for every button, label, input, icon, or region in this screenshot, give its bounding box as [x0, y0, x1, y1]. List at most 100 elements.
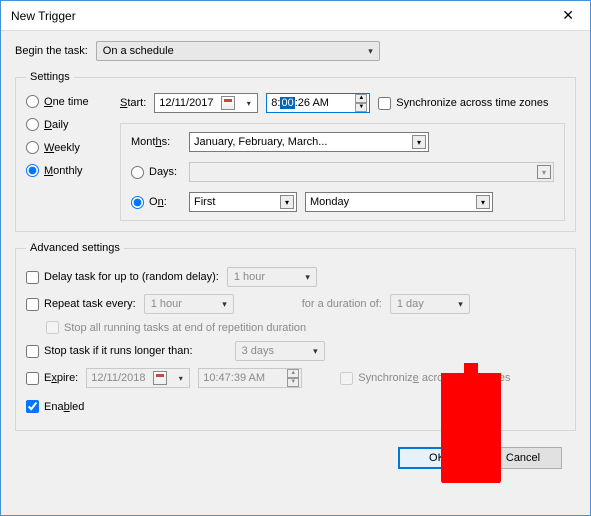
expire-date-picker[interactable]: 12/11/2018 ▾: [86, 368, 190, 388]
duration-combo[interactable]: 1 day ▾: [390, 294, 470, 314]
chevron-down-icon: ▾: [476, 195, 490, 209]
months-picker[interactable]: January, February, March... ▾: [189, 132, 429, 152]
delay-row: Delay task for up to (random delay): 1 h…: [26, 267, 565, 287]
on-label: On:: [149, 196, 167, 208]
chevron-down-icon: ▾: [537, 165, 551, 179]
on-occurrence-value: First: [194, 196, 215, 208]
stop-longer-value: 3 days: [242, 345, 274, 357]
repeat-combo[interactable]: 1 hour ▾: [144, 294, 234, 314]
begin-task-value: On a schedule: [103, 45, 174, 57]
start-date-picker[interactable]: 12/11/2017 ▾: [154, 93, 258, 113]
enabled-check[interactable]: Enabled: [26, 400, 84, 413]
chevron-down-icon: ▾: [313, 346, 318, 357]
duration-label: for a duration of:: [302, 298, 382, 310]
chevron-down-icon: ▾: [305, 272, 310, 283]
begin-task-row: Begin the task: On a schedule ▾: [15, 41, 576, 61]
settings-legend: Settings: [26, 71, 74, 83]
start-time-value: 8:00:26 AM: [271, 97, 353, 109]
time-spinner[interactable]: ▲▼: [355, 94, 367, 112]
on-radio[interactable]: [131, 196, 144, 209]
days-label: Days:: [149, 166, 177, 178]
chevron-down-icon: ▾: [222, 299, 227, 310]
freq-weekly[interactable]: Weekly: [26, 141, 106, 154]
enabled-label: Enabled: [44, 401, 84, 413]
expire-check[interactable]: Expire:: [26, 372, 78, 385]
months-label: Months:: [131, 136, 181, 148]
chevron-down-icon: ▾: [280, 195, 294, 209]
enabled-checkbox[interactable]: [26, 400, 39, 413]
titlebar: New Trigger ✕: [1, 1, 590, 31]
expire-time-value: 10:47:39 AM: [203, 372, 285, 384]
frequency-column: One time Daily Weekly Monthly: [26, 93, 106, 221]
chevron-down-icon: ▾: [458, 299, 463, 310]
expire-date-value: 12/11/2018: [91, 372, 145, 384]
expire-row: Expire: 12/11/2018 ▾ 10:47:39 AM ▲▼ Sync…: [26, 368, 565, 388]
delay-label: Delay task for up to (random delay):: [44, 271, 219, 283]
stop-all-check: Stop all running tasks at end of repetit…: [46, 321, 306, 334]
advanced-legend: Advanced settings: [26, 242, 124, 254]
start-time-picker[interactable]: 8:00:26 AM ▲▼: [266, 93, 370, 113]
on-weekday-picker[interactable]: Monday ▾: [305, 192, 493, 212]
freq-one-time[interactable]: One time: [26, 95, 106, 108]
chevron-down-icon: ▾: [412, 135, 426, 149]
freq-daily-radio[interactable]: [26, 118, 39, 131]
cancel-button[interactable]: Cancel: [484, 447, 562, 469]
stop-longer-row: Stop task if it runs longer than: 3 days…: [26, 341, 565, 361]
stop-longer-checkbox[interactable]: [26, 345, 39, 358]
freq-daily[interactable]: Daily: [26, 118, 106, 131]
days-row: Days: ▾: [131, 162, 554, 182]
delay-value: 1 hour: [234, 271, 265, 283]
delay-check[interactable]: Delay task for up to (random delay):: [26, 271, 219, 284]
stop-all-label: Stop all running tasks at end of repetit…: [64, 322, 306, 334]
freq-monthly[interactable]: Monthly: [26, 164, 106, 177]
days-radio-item[interactable]: Days:: [131, 166, 181, 179]
calendar-icon: [153, 371, 167, 385]
sync-timezone-check[interactable]: Synchronize across time zones: [378, 97, 548, 110]
expire-sync-check: Synchronize across time zones: [340, 372, 510, 385]
sync-timezone-label: Synchronize across time zones: [396, 97, 548, 109]
expire-sync-checkbox: [340, 372, 353, 385]
repeat-checkbox[interactable]: [26, 298, 39, 311]
begin-task-label: Begin the task:: [15, 45, 88, 57]
chevron-down-icon: ▾: [368, 46, 373, 57]
dialog-title: New Trigger: [11, 9, 76, 23]
expire-sync-label: Synchronize across time zones: [358, 372, 510, 384]
stop-longer-combo[interactable]: 3 days ▾: [235, 341, 325, 361]
on-weekday-value: Monday: [310, 196, 349, 208]
duration-value: 1 day: [397, 298, 424, 310]
on-occurrence-picker[interactable]: First ▾: [189, 192, 297, 212]
stop-longer-check[interactable]: Stop task if it runs longer than:: [26, 345, 193, 358]
freq-one-time-radio[interactable]: [26, 95, 39, 108]
button-bar: OK Cancel: [15, 441, 576, 469]
repeat-value: 1 hour: [151, 298, 182, 310]
ok-button[interactable]: OK: [398, 447, 476, 469]
stop-all-row: Stop all running tasks at end of repetit…: [46, 321, 565, 334]
freq-weekly-radio[interactable]: [26, 141, 39, 154]
days-picker[interactable]: ▾: [189, 162, 554, 182]
repeat-label: Repeat task every:: [44, 298, 136, 310]
chevron-down-icon: ▾: [174, 374, 187, 383]
start-date-value: 12/11/2017: [159, 97, 213, 109]
expire-label: Expire:: [44, 372, 78, 384]
start-row: Start: 12/11/2017 ▾ 8:00:26 AM ▲▼ S: [120, 93, 565, 113]
dialog-content: Begin the task: On a schedule ▾ Settings…: [1, 31, 590, 479]
on-row: On: First ▾ Monday ▾: [131, 192, 554, 212]
close-icon[interactable]: ✕: [554, 5, 582, 26]
advanced-group: Advanced settings Delay task for up to (…: [15, 242, 576, 431]
begin-task-combo[interactable]: On a schedule ▾: [96, 41, 380, 61]
freq-monthly-radio[interactable]: [26, 164, 39, 177]
stop-all-checkbox: [46, 321, 59, 334]
days-radio[interactable]: [131, 166, 144, 179]
expire-time-picker[interactable]: 10:47:39 AM ▲▼: [198, 368, 302, 388]
time-spinner[interactable]: ▲▼: [287, 369, 299, 387]
on-radio-item[interactable]: On:: [131, 196, 181, 209]
expire-checkbox[interactable]: [26, 372, 39, 385]
sync-timezone-checkbox[interactable]: [378, 97, 391, 110]
delay-checkbox[interactable]: [26, 271, 39, 284]
enabled-row: Enabled: [26, 400, 565, 413]
monthly-options: Months: January, February, March... ▾ Da…: [120, 123, 565, 221]
repeat-check[interactable]: Repeat task every:: [26, 298, 136, 311]
delay-combo[interactable]: 1 hour ▾: [227, 267, 317, 287]
stop-longer-label: Stop task if it runs longer than:: [44, 345, 193, 357]
calendar-icon: [221, 96, 235, 110]
